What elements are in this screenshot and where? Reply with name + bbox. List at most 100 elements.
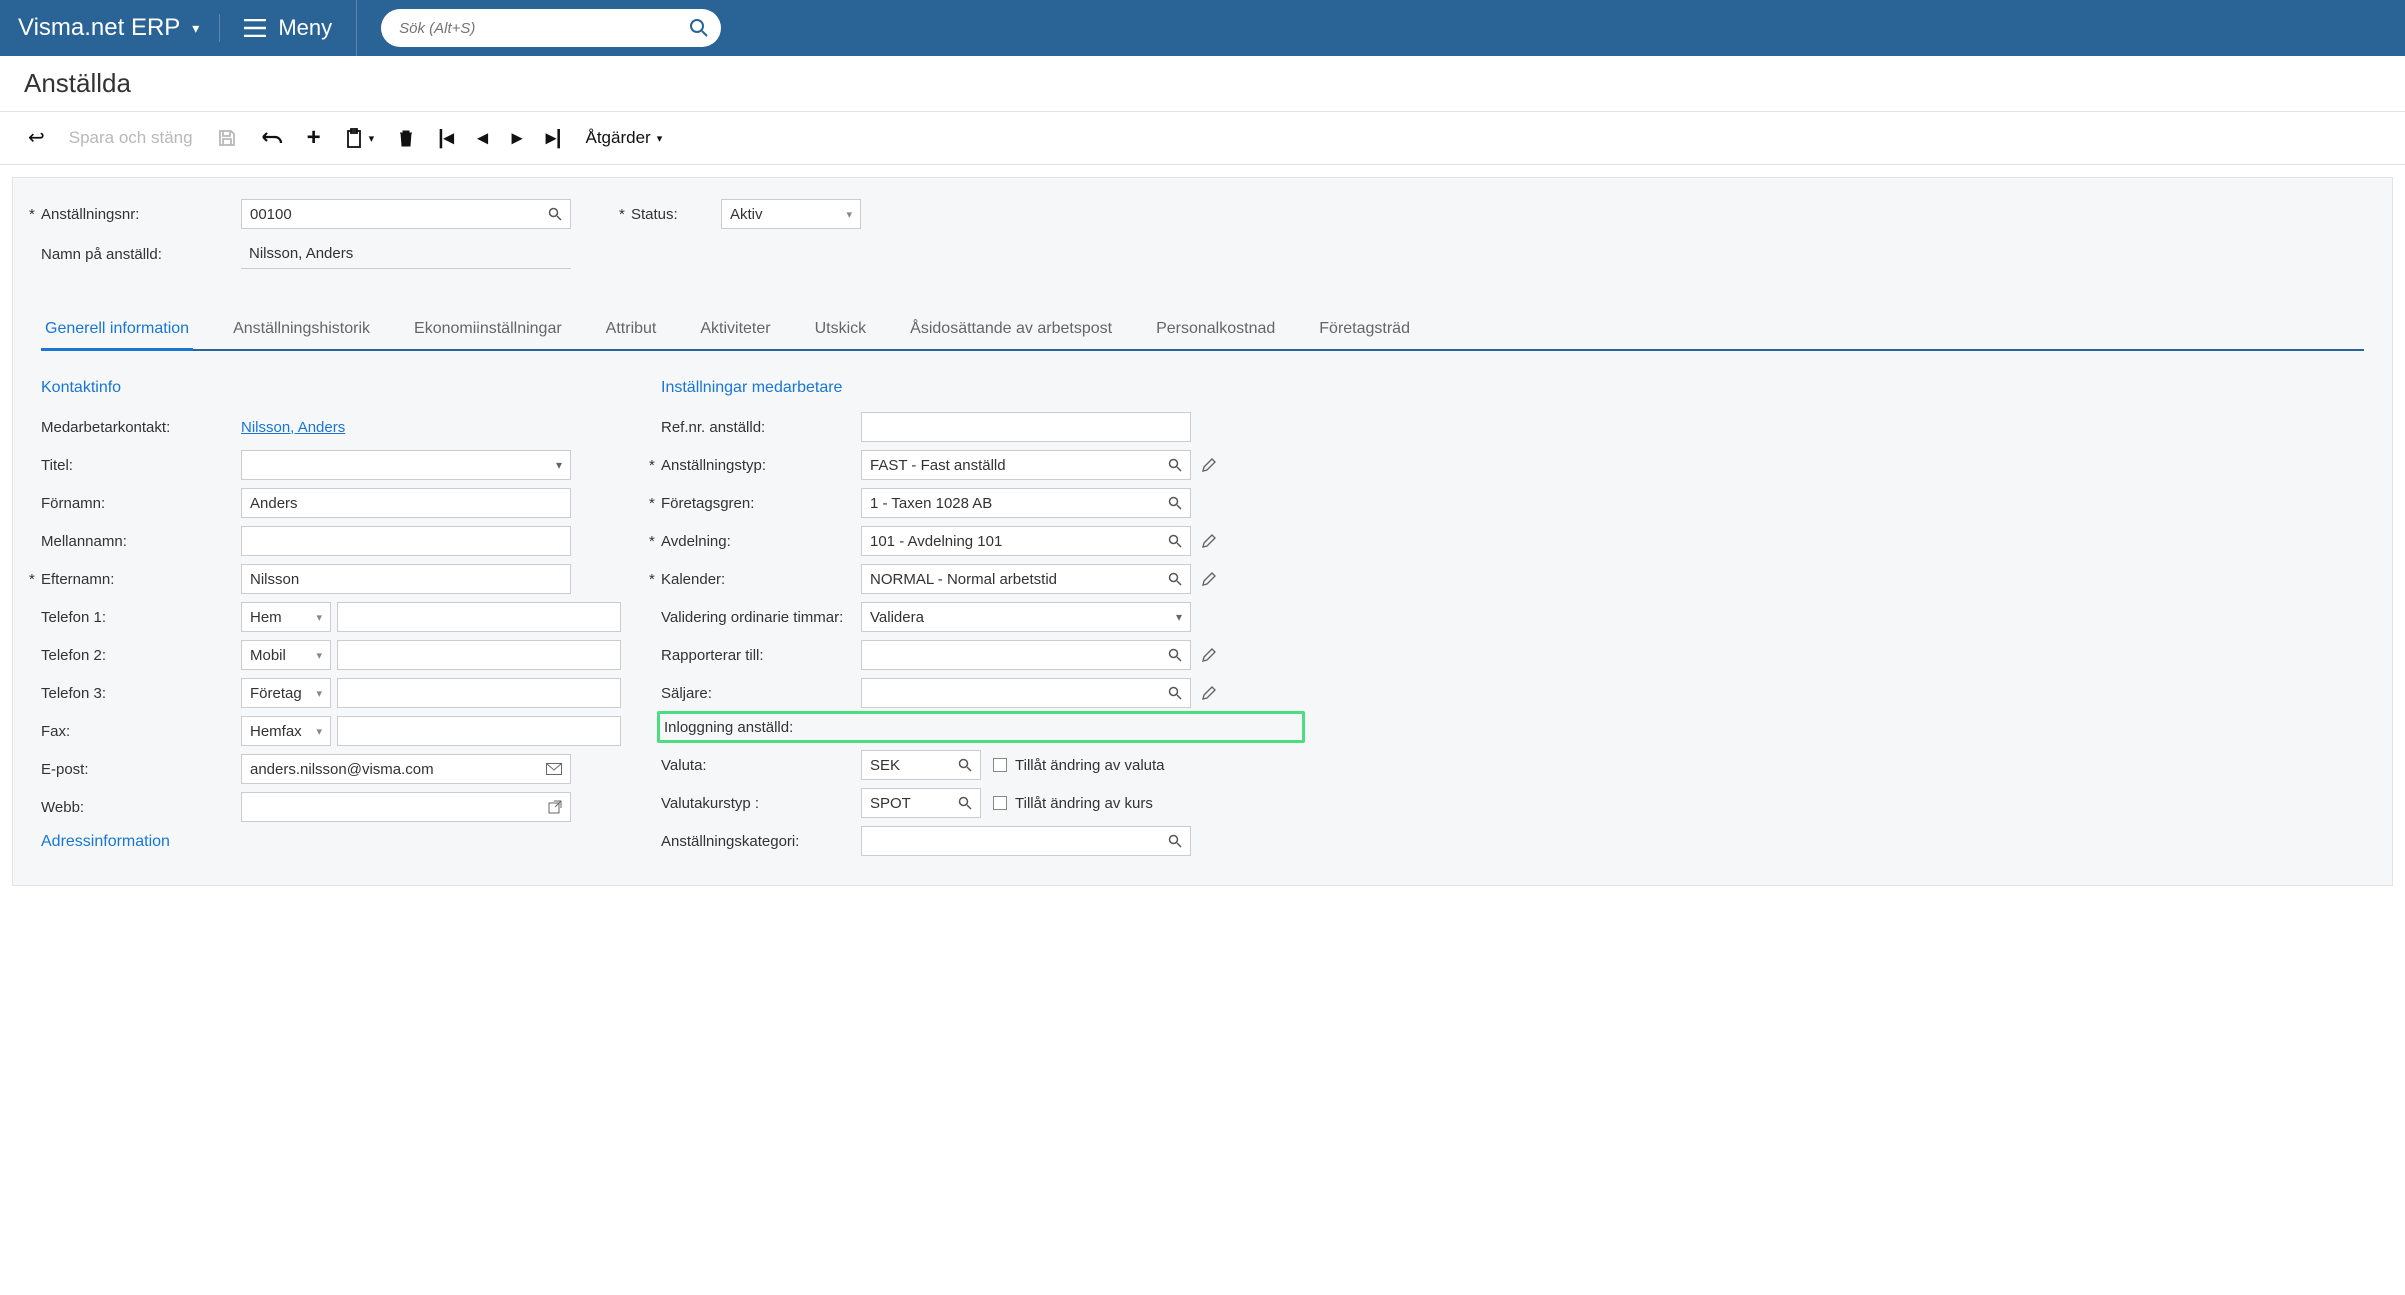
cat-input[interactable] [861, 826, 1191, 856]
open-link-icon[interactable] [548, 800, 562, 814]
clipboard-button[interactable]: ▾ [345, 128, 375, 148]
search-icon[interactable] [689, 18, 709, 38]
checkbox-icon [993, 796, 1007, 810]
val-select[interactable]: Validera ▾ [861, 602, 1191, 632]
phone2-input[interactable] [337, 640, 621, 670]
rate-label: Valutakurstyp : [661, 795, 861, 812]
curr-chk-label: Tillåt ändring av valuta [1015, 757, 1165, 774]
status-select[interactable]: Aktiv ▾ [721, 199, 861, 229]
dept-input[interactable]: 101 - Avdelning 101 [861, 526, 1191, 556]
save-button[interactable] [217, 128, 237, 148]
undo-button[interactable] [261, 130, 283, 146]
actions-button[interactable]: Åtgärder ▾ [586, 128, 663, 148]
sales-input[interactable] [861, 678, 1191, 708]
lookup-icon[interactable] [1168, 834, 1182, 848]
ref-label: Ref.nr. anställd: [661, 419, 861, 436]
edit-icon[interactable] [1201, 457, 1217, 473]
caret-down-icon: ▾ [657, 132, 663, 145]
branch-input[interactable]: 1 - Taxen 1028 AB [861, 488, 1191, 518]
tab-tree[interactable]: Företagsträd [1315, 310, 1414, 351]
lookup-icon[interactable] [548, 207, 562, 221]
form-area: Anställningsnr: 00100 Namn på anställd: … [12, 177, 2393, 886]
lookup-icon[interactable] [1168, 458, 1182, 472]
curr-input[interactable]: SEK [861, 750, 981, 780]
contact-link[interactable]: Nilsson, Anders [241, 419, 345, 436]
lookup-icon[interactable] [1168, 648, 1182, 662]
edit-icon[interactable] [1201, 647, 1217, 663]
emptype-label: Anställningstyp: [661, 457, 861, 474]
tab-history[interactable]: Anställningshistorik [229, 310, 374, 351]
edit-icon[interactable] [1201, 571, 1217, 587]
dept-value: 101 - Avdelning 101 [870, 533, 1002, 550]
next-icon: ▸ [512, 128, 522, 148]
curr-allow-checkbox[interactable]: Tillåt ändring av valuta [993, 757, 1165, 774]
lookup-icon[interactable] [1168, 534, 1182, 548]
rate-allow-checkbox[interactable]: Tillåt ändring av kurs [993, 795, 1153, 812]
save-icon [217, 128, 237, 148]
emp-no-input[interactable]: 00100 [241, 199, 571, 229]
menu-button[interactable]: Meny [220, 0, 357, 56]
first-button[interactable]: |◂ [438, 128, 454, 148]
save-close-button[interactable]: Spara och stäng [69, 128, 193, 148]
mid-input[interactable] [241, 526, 571, 556]
brand-label: Visma.net ERP [18, 14, 180, 42]
back-button[interactable]: ↩ [28, 128, 45, 148]
fax-input[interactable] [337, 716, 621, 746]
reports-input[interactable] [861, 640, 1191, 670]
cat-label: Anställningskategori: [661, 833, 861, 850]
edit-icon[interactable] [1201, 533, 1217, 549]
phone1-label: Telefon 1: [41, 609, 241, 626]
fax-type-select[interactable]: Hemfax▾ [241, 716, 331, 746]
rate-input[interactable]: SPOT [861, 788, 981, 818]
email-input[interactable]: anders.nilsson@visma.com [241, 754, 571, 784]
phone1-type-select[interactable]: Hem▾ [241, 602, 331, 632]
last-icon: ▸| [546, 128, 562, 148]
brand[interactable]: Visma.net ERP ▾ [18, 14, 220, 42]
emp-no-label: Anställningsnr: [41, 206, 241, 223]
mid-label: Mellannamn: [41, 533, 241, 550]
lookup-icon[interactable] [1168, 572, 1182, 586]
add-button[interactable]: + [307, 126, 321, 150]
tab-activities[interactable]: Aktiviteter [696, 310, 774, 351]
web-input[interactable] [241, 792, 571, 822]
lookup-icon[interactable] [1168, 686, 1182, 700]
first-input[interactable]: Anders [241, 488, 571, 518]
emptype-value: FAST - Fast anställd [870, 457, 1006, 474]
last-button[interactable]: ▸| [546, 128, 562, 148]
back-arrow-icon: ↩ [28, 128, 45, 148]
email-icon[interactable] [546, 763, 562, 775]
fax-label: Fax: [41, 723, 241, 740]
lookup-icon[interactable] [958, 796, 972, 810]
tab-general[interactable]: Generell information [41, 310, 193, 351]
tab-mailings[interactable]: Utskick [811, 310, 871, 351]
contact-column: Kontaktinfo Medarbetarkontakt: Nilsson, … [41, 371, 621, 865]
title-select[interactable]: ▾ [241, 450, 571, 480]
first-value: Anders [250, 495, 298, 512]
phone2-type-select[interactable]: Mobil▾ [241, 640, 331, 670]
cal-input[interactable]: NORMAL - Normal arbetstid [861, 564, 1191, 594]
caret-down-icon: ▾ [369, 132, 375, 145]
val-value: Validera [870, 609, 924, 626]
last-input[interactable]: Nilsson [241, 564, 571, 594]
edit-icon[interactable] [1201, 685, 1217, 701]
next-button[interactable]: ▸ [512, 128, 522, 148]
phone3-type-select[interactable]: Företag▾ [241, 678, 331, 708]
tabs: Generell information Anställningshistori… [41, 310, 2364, 351]
lookup-icon[interactable] [958, 758, 972, 772]
tab-finance[interactable]: Ekonomiinställningar [410, 310, 566, 351]
emptype-input[interactable]: FAST - Fast anställd [861, 450, 1191, 480]
menu-label: Meny [278, 15, 332, 41]
branch-label: Företagsgren: [661, 495, 861, 512]
val-label: Validering ordinarie timmar: [661, 609, 861, 626]
tab-cost[interactable]: Personalkostnad [1152, 310, 1279, 351]
delete-button[interactable] [398, 128, 414, 148]
phone1-input[interactable] [337, 602, 621, 632]
lookup-icon[interactable] [1168, 496, 1182, 510]
tab-override[interactable]: Åsidosättande av arbetspost [906, 310, 1116, 351]
caret-down-icon: ▾ [316, 611, 322, 624]
prev-button[interactable]: ◂ [478, 128, 488, 148]
ref-input[interactable] [861, 412, 1191, 442]
search-input[interactable] [381, 9, 721, 47]
tab-attributes[interactable]: Attribut [602, 310, 661, 351]
phone3-input[interactable] [337, 678, 621, 708]
